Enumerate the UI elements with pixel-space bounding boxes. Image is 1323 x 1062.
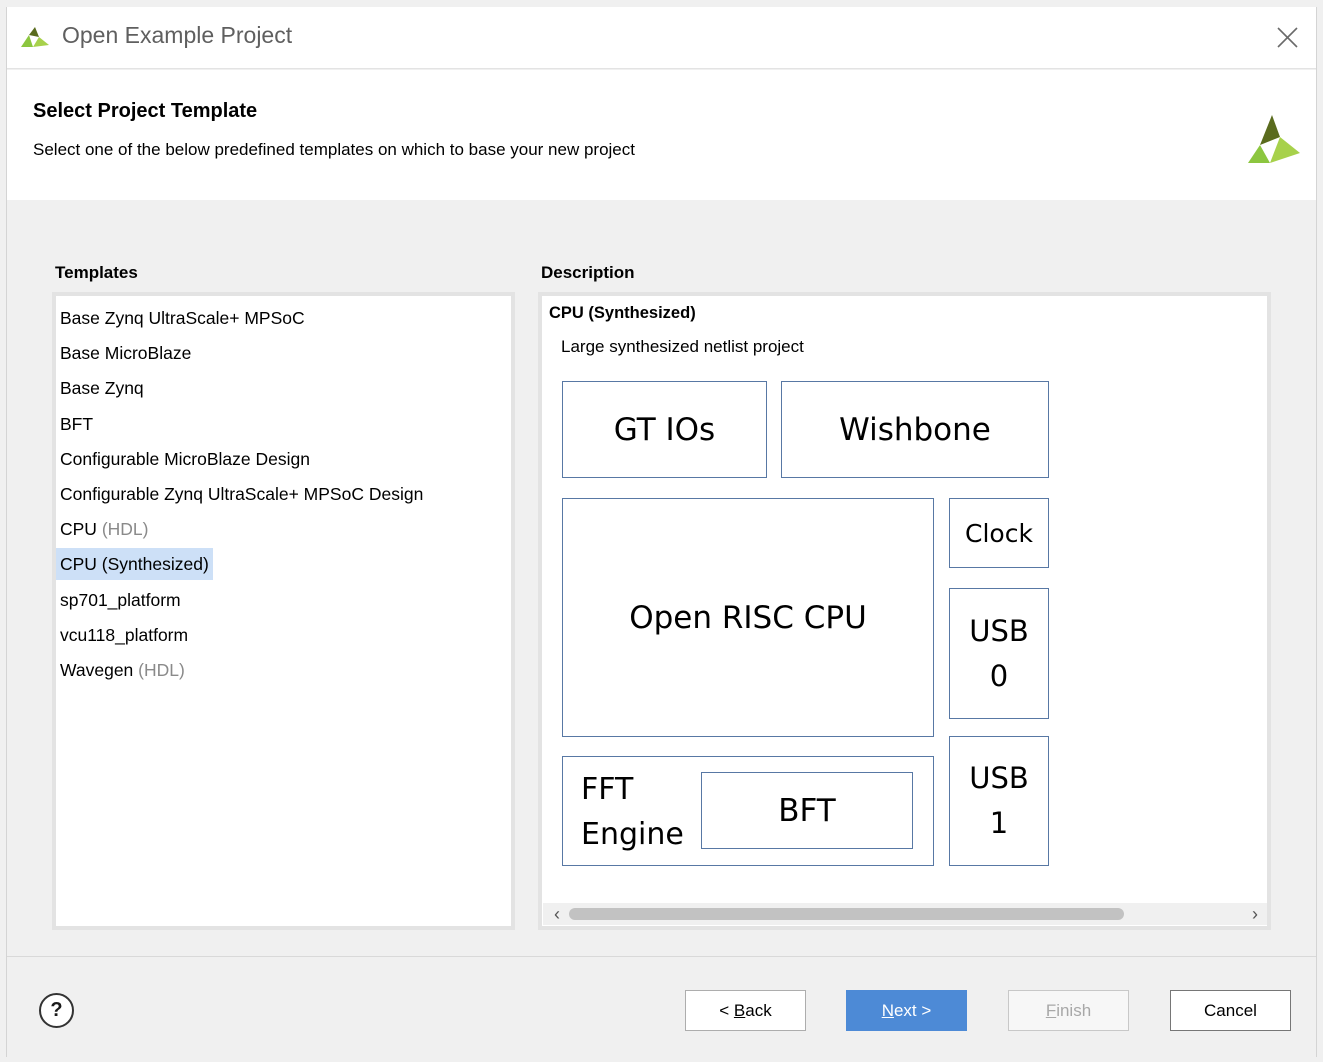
next-button-label: ext > <box>893 1000 932 1020</box>
page-subtitle: Select one of the below predefined templ… <box>33 140 635 159</box>
template-item[interactable]: Configurable Zynq UltraScale+ MPSoC Desi… <box>56 478 427 510</box>
template-item-label: sp701_platform <box>60 589 181 610</box>
diagram-block-usb-1: USB 1 <box>949 736 1049 866</box>
template-item-label: vcu118_platform <box>60 624 189 645</box>
description-text: Large synthesized netlist project <box>561 337 804 356</box>
description-label: Description <box>541 263 635 282</box>
help-icon: ? <box>50 999 63 1021</box>
close-icon <box>1277 27 1298 48</box>
template-item[interactable]: vcu118_platform <box>56 619 192 651</box>
template-item[interactable]: BFT <box>56 408 97 440</box>
templates-label: Templates <box>55 263 138 282</box>
finish-button-label: inish <box>1056 1000 1092 1020</box>
template-item[interactable]: Base Zynq UltraScale+ MPSoC <box>56 302 309 334</box>
header-logo-icon <box>1246 111 1302 170</box>
finish-button[interactable]: Finish <box>1008 990 1129 1031</box>
template-item-label: Configurable MicroBlaze Design <box>60 448 310 469</box>
back-button-mnemonic: B <box>733 1000 746 1020</box>
back-button-prefix: < <box>719 1000 734 1020</box>
template-item-label: CPU <box>60 519 97 540</box>
cancel-button[interactable]: Cancel <box>1170 990 1291 1031</box>
finish-button-mnemonic: F <box>1045 1000 1057 1020</box>
template-item[interactable]: Wavegen (HDL) <box>56 654 189 686</box>
template-item[interactable]: Base MicroBlaze <box>56 337 195 369</box>
templates-list[interactable]: Base Zynq UltraScale+ MPSoC Base MicroBla… <box>52 292 515 930</box>
footer-divider <box>7 956 1316 957</box>
template-item[interactable]: Configurable MicroBlaze Design <box>56 443 314 475</box>
window-frame-right <box>1316 7 1317 1057</box>
next-button[interactable]: Next > <box>846 990 967 1031</box>
wizard-header <box>7 70 1316 200</box>
diagram-block-clock: Clock <box>949 498 1049 568</box>
template-item-label: Wavegen <box>60 660 134 680</box>
diagram-block-bft: BFT <box>701 772 913 849</box>
template-item-label: CPU (Synthesized) <box>60 554 209 575</box>
diagram-block-usb-0: USB 0 <box>949 588 1049 719</box>
next-button-mnemonic: N <box>881 1000 894 1020</box>
template-item-label: Base Zynq UltraScale+ MPSoC <box>60 308 305 328</box>
template-item[interactable]: CPU (HDL) <box>56 513 153 545</box>
template-item-label: Base Zynq <box>60 378 144 399</box>
template-item-label: Base MicroBlaze <box>60 343 192 364</box>
template-item-suffix: (HDL) <box>101 519 149 540</box>
template-item-label: BFT <box>60 413 94 434</box>
page-title: Select Project Template <box>33 100 258 122</box>
help-button[interactable]: ? <box>39 993 74 1028</box>
scroll-right-arrow-icon[interactable]: › <box>1246 904 1264 924</box>
diagram-block-open-risc-cpu: Open RISC CPU <box>562 498 934 737</box>
template-item[interactable]: Base Zynq <box>56 372 148 404</box>
app-logo-icon <box>19 25 51 54</box>
close-button[interactable] <box>1266 18 1306 58</box>
diagram-block-gt-ios: GT IOs <box>562 381 767 478</box>
template-item[interactable]: CPU (Synthesized) <box>56 548 213 581</box>
template-item-suffix: (HDL) <box>138 660 185 680</box>
diagram-block-wishbone: Wishbone <box>781 381 1049 478</box>
back-button[interactable]: < Back <box>685 990 806 1031</box>
scroll-left-arrow-icon[interactable]: ‹ <box>548 904 566 924</box>
description-title: CPU (Synthesized) <box>549 304 696 322</box>
window-title: Open Example Project <box>62 22 293 48</box>
back-button-label: ack <box>745 1000 772 1020</box>
scrollbar-thumb[interactable] <box>569 908 1124 920</box>
template-item-label: Configurable Zynq UltraScale+ MPSoC Desi… <box>60 484 424 504</box>
template-item[interactable]: sp701_platform <box>56 584 185 616</box>
fft-engine-label: FFT Engine <box>581 772 684 852</box>
